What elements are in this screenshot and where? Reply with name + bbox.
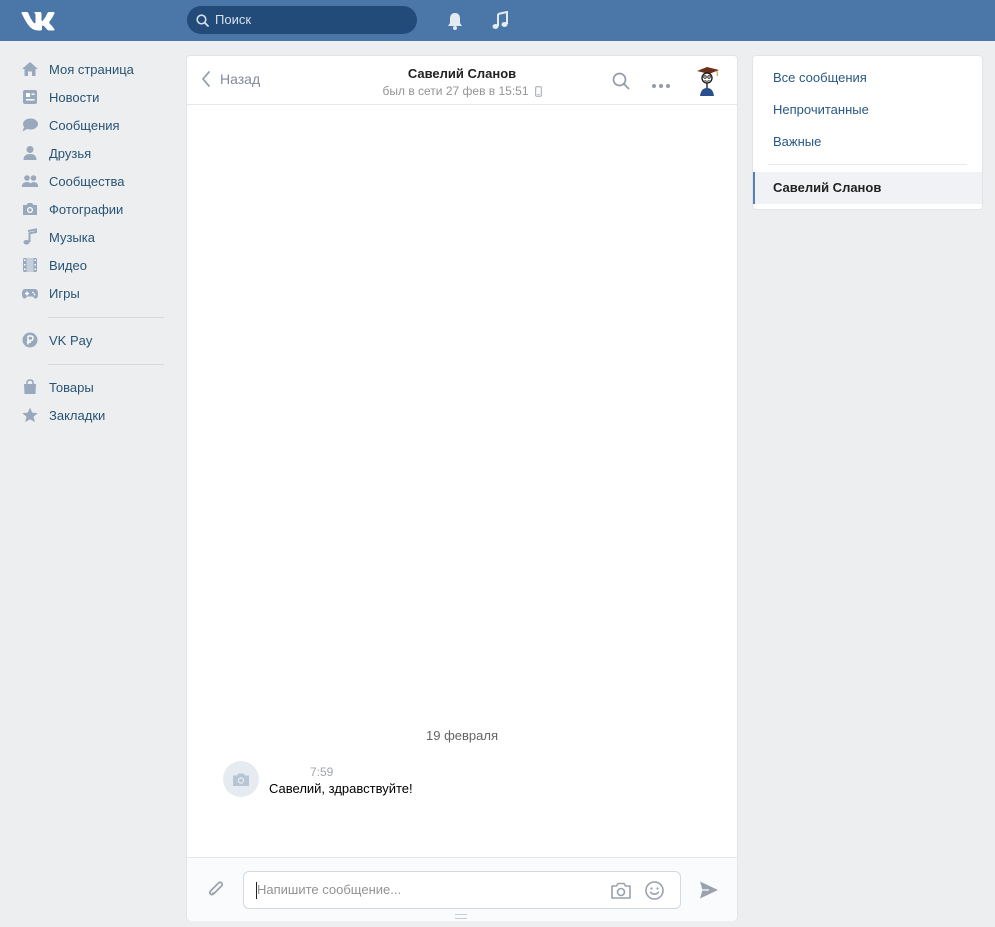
friends-icon xyxy=(21,144,39,162)
nav-item-messages[interactable]: Сообщения xyxy=(20,111,170,139)
chevron-left-icon xyxy=(202,71,210,87)
nav-label: Игры xyxy=(49,285,80,301)
last-seen-text: был в сети 27 фев в 15:51 xyxy=(382,84,529,98)
nav-label: Друзья xyxy=(49,145,92,161)
camera-icon xyxy=(21,200,39,218)
avatar[interactable] xyxy=(223,761,259,797)
nav-item-groups[interactable]: Сообщества xyxy=(20,167,170,195)
message-input[interactable]: Напишите сообщение... xyxy=(243,871,681,909)
bell-icon[interactable] xyxy=(445,11,465,31)
home-icon xyxy=(21,60,39,78)
filters-divider xyxy=(768,164,967,165)
message-composer: Напишите сообщение... xyxy=(187,857,737,921)
chat-panel: Назад Савелий Сланов был в сети 27 фев в… xyxy=(186,55,738,921)
nav-label: Моя страница xyxy=(49,61,134,77)
groups-icon xyxy=(21,172,39,190)
more-icon[interactable] xyxy=(651,77,671,92)
vk-logo[interactable] xyxy=(21,9,55,31)
nav-item-goods[interactable]: Товары xyxy=(20,373,170,401)
send-icon[interactable] xyxy=(698,879,720,904)
filter-unread[interactable]: Непрочитанные xyxy=(773,102,869,117)
nav-item-friends[interactable]: Друзья xyxy=(20,139,170,167)
online-status: был в сети 27 фев в 15:51 xyxy=(337,84,587,98)
nav-label: Музыка xyxy=(49,229,95,245)
messages-icon xyxy=(21,116,39,134)
nav-label: Фотографии xyxy=(49,201,124,217)
nav-item-vkpay[interactable]: VK Pay xyxy=(20,326,170,354)
message-input-placeholder: Напишите сообщение... xyxy=(257,882,402,897)
text-caret xyxy=(256,882,257,899)
nav-item-bookmarks[interactable]: Закладки xyxy=(20,401,170,429)
emoji-icon[interactable] xyxy=(644,880,665,904)
chat-header: Назад Савелий Сланов был в сети 27 фев в… xyxy=(187,56,737,105)
nav-label: Сообщения xyxy=(49,117,120,133)
music-player-icon[interactable] xyxy=(491,10,511,31)
nav-label: VK Pay xyxy=(49,332,93,348)
search-icon[interactable] xyxy=(612,72,630,93)
date-separator: 19 февраля xyxy=(426,728,498,743)
star-icon xyxy=(21,406,39,424)
gamepad-icon xyxy=(21,284,39,302)
nav-item-games[interactable]: Игры xyxy=(20,279,170,307)
camera-icon xyxy=(233,773,249,786)
search-icon xyxy=(196,14,209,27)
music-icon xyxy=(21,228,39,246)
message-filters: Все сообщения Непрочитанные Важные Савел… xyxy=(752,55,983,210)
nav-item-news[interactable]: Новости xyxy=(20,83,170,111)
nav-item-music[interactable]: Музыка xyxy=(20,223,170,251)
active-dialog-item[interactable]: Савелий Сланов xyxy=(753,172,982,204)
nav-label: Видео xyxy=(49,257,87,273)
nav-item-photos[interactable]: Фотографии xyxy=(20,195,170,223)
nav-item-video[interactable]: Видео xyxy=(20,251,170,279)
mobile-phone-icon xyxy=(534,85,542,97)
filter-all[interactable]: Все сообщения xyxy=(773,70,867,85)
message-text: Савелий, здравствуйте! xyxy=(269,781,413,796)
nav-label: Товары xyxy=(49,379,94,395)
paperclip-icon[interactable] xyxy=(205,878,227,903)
active-dialog-label: Савелий Сланов xyxy=(773,180,882,195)
message-time: 7:59 xyxy=(310,765,334,779)
nav-divider xyxy=(48,364,164,365)
back-button[interactable]: Назад xyxy=(201,70,260,88)
camera-icon[interactable] xyxy=(610,881,632,904)
shopping-bag-icon xyxy=(21,378,39,396)
search-input[interactable]: Поиск xyxy=(215,12,251,27)
avatar[interactable] xyxy=(693,65,723,97)
back-label: Назад xyxy=(220,71,261,87)
filter-important[interactable]: Важные xyxy=(773,134,821,149)
resize-handle[interactable] xyxy=(455,914,467,919)
nav-label: Новости xyxy=(49,89,100,105)
news-icon xyxy=(21,88,39,106)
video-icon xyxy=(21,256,39,274)
nav-label: Сообщества xyxy=(49,173,125,189)
nav-item-my-page[interactable]: Моя страница xyxy=(20,55,170,83)
top-bar: Поиск xyxy=(0,0,995,41)
search-bar[interactable]: Поиск xyxy=(187,6,417,34)
chat-title[interactable]: Савелий Сланов xyxy=(337,66,587,81)
nav-label: Закладки xyxy=(49,407,106,423)
vkpay-icon xyxy=(21,331,39,349)
nav-divider xyxy=(48,317,164,318)
